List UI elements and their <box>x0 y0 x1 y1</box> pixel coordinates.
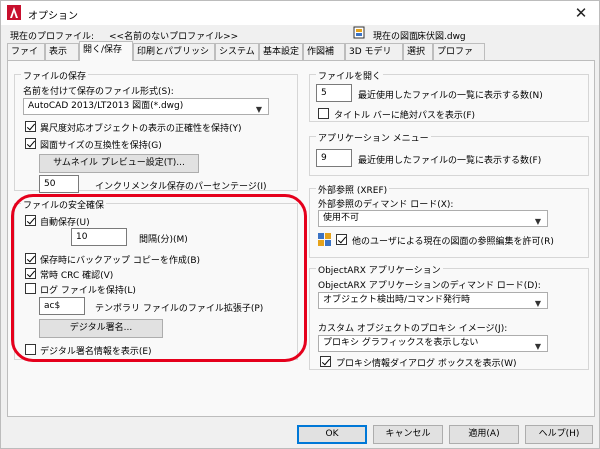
tab-3d-modeling[interactable]: 3D モデリング <box>345 43 403 73</box>
open-save-panel: ファイルの保存 名前を付けて保存のファイル形式(S): AutoCAD 2013… <box>7 60 595 417</box>
full-path-title-checkbox[interactable] <box>318 108 329 119</box>
chevron-down-icon: ▼ <box>534 299 541 308</box>
tab-system[interactable]: システム <box>215 43 259 60</box>
arx-demand-load-value: オブジェクト検出時/コマンド発行時 <box>323 295 471 305</box>
proxy-info-dialog-checkbox[interactable] <box>320 356 331 367</box>
tab-drafting[interactable]: 作図補助 <box>303 43 345 73</box>
drawing-file-icon <box>353 26 365 39</box>
xref-group: 外部参照 (XREF) 外部参照のディマンド ロード(X): 使用不可 ▼ 他の… <box>309 183 589 258</box>
tab-profiles[interactable]: プロファイル <box>433 43 485 73</box>
tab-display[interactable]: 表示 <box>45 43 79 60</box>
xref-demand-load-value: 使用不可 <box>323 213 360 223</box>
autosave-interval-input[interactable]: 10 <box>71 228 127 246</box>
tab-open-save[interactable]: 開く/保存 <box>79 41 133 61</box>
display-signature-info-label: デジタル署名情報を表示(E) <box>40 347 152 357</box>
chevron-down-icon: ▼ <box>534 217 541 226</box>
file-save-title: ファイルの保存 <box>21 69 89 82</box>
file-safety-title: ファイルの安全確保 <box>21 198 107 211</box>
proxy-images-value: プロキシ グラフィックスを表示しない <box>323 338 479 348</box>
maintain-drawing-size-label: 図面サイズの互換性を保持(G) <box>40 141 162 151</box>
display-signature-info-checkbox[interactable] <box>25 344 36 355</box>
recent-files-count-label: 最近使用したファイルの一覧に表示する数(N) <box>358 91 543 101</box>
log-file-checkbox[interactable] <box>25 283 36 294</box>
application-menu-group: アプリケーション メニュー 9 最近使用したファイルの一覧に表示する数(F) <box>309 131 589 176</box>
window-title: オプション <box>28 11 78 22</box>
options-dialog: オプション ✕ 現在のプロファイル: <<名前のないプロファイル>> 現在の図面… <box>0 0 600 449</box>
full-path-title-label: タイトル バーに絶対パスを表示(F) <box>334 111 476 121</box>
xref-title: 外部参照 (XREF) <box>316 183 390 196</box>
recent-files-count-input[interactable]: 5 <box>316 84 352 102</box>
title-bar: オプション ✕ <box>1 1 599 25</box>
arx-demand-load-label: ObjectARX アプリケーションのディマンド ロード(D): <box>318 281 541 291</box>
file-open-title: ファイルを開く <box>316 69 384 82</box>
application-menu-title: アプリケーション メニュー <box>316 131 431 144</box>
proxy-images-label: カスタム オブジェクトのプロキシ イメージ(J): <box>318 324 508 334</box>
xref-demand-load-dropdown[interactable]: 使用不可 ▼ <box>318 210 548 227</box>
crc-validation-label: 常時 CRC 確認(V) <box>40 271 114 281</box>
temp-file-extension-label: テンポラリ ファイルのファイル拡張子(P) <box>95 304 264 314</box>
digital-signature-button[interactable]: デジタル署名... <box>39 319 163 338</box>
temp-file-extension-input[interactable]: ac$ <box>39 297 85 315</box>
file-open-group: ファイルを開く 5 最近使用したファイルの一覧に表示する数(N) タイトル バー… <box>309 69 589 122</box>
tab-selection[interactable]: 選択 <box>403 43 433 60</box>
xref-edit-icon <box>318 233 331 246</box>
autocad-app-icon <box>7 5 21 20</box>
proxy-images-dropdown[interactable]: プロキシ グラフィックスを表示しない ▼ <box>318 335 548 352</box>
allow-xref-edit-label: 他のユーザによる現在の図面の参照編集を許可(R) <box>352 237 554 247</box>
crc-validation-checkbox[interactable] <box>25 268 36 279</box>
file-save-group: ファイルの保存 名前を付けて保存のファイル形式(S): AutoCAD 2013… <box>14 69 298 193</box>
autosave-checkbox[interactable] <box>25 215 36 226</box>
tab-plot-publish[interactable]: 印刷とパブリッシュ <box>133 43 215 73</box>
ok-button[interactable]: OK <box>297 425 367 444</box>
incremental-save-input[interactable]: 50 <box>39 175 79 193</box>
incremental-save-label: インクリメンタル保存のパーセンテージ(I) <box>95 182 267 192</box>
cancel-button[interactable]: キャンセル <box>373 425 443 444</box>
xref-demand-load-label: 外部参照のディマンド ロード(X): <box>318 200 454 210</box>
arx-demand-load-dropdown[interactable]: オブジェクト検出時/コマンド発行時 ▼ <box>318 292 548 309</box>
proxy-info-dialog-label: プロキシ情報ダイアログ ボックスを表示(W) <box>336 359 517 369</box>
autosave-label: 自動保存(U) <box>40 218 90 228</box>
tab-user-preferences[interactable]: 基本設定 <box>259 43 303 60</box>
close-icon[interactable]: ✕ <box>571 3 591 23</box>
save-format-label: 名前を付けて保存のファイル形式(S): <box>23 87 174 97</box>
chevron-down-icon: ▼ <box>534 342 541 351</box>
autosave-interval-label: 間隔(分)(M) <box>139 235 188 245</box>
allow-xref-edit-checkbox[interactable] <box>336 234 347 245</box>
maintain-visual-fidelity-label: 異尺度対応オブジェクトの表示の正確性を保持(Y) <box>40 124 242 134</box>
thumbnail-preview-settings-button[interactable]: サムネイル プレビュー設定(T)... <box>39 154 199 173</box>
objectarx-title: ObjectARX アプリケーション <box>316 263 443 276</box>
tab-files[interactable]: ファイル <box>7 43 45 73</box>
current-drawing-value: 床伏図.dwg <box>417 32 466 42</box>
app-menu-recent-label: 最近使用したファイルの一覧に表示する数(F) <box>358 156 542 166</box>
save-format-value: AutoCAD 2013/LT2013 図面(*.dwg) <box>28 101 184 111</box>
backup-copy-label: 保存時にバックアップ コピーを作成(B) <box>40 256 201 266</box>
app-menu-recent-input[interactable]: 9 <box>316 149 352 167</box>
objectarx-group: ObjectARX アプリケーション ObjectARX アプリケーションのディ… <box>309 263 589 370</box>
help-button[interactable]: ヘルプ(H) <box>525 425 593 444</box>
backup-copy-checkbox[interactable] <box>25 253 36 264</box>
save-format-dropdown[interactable]: AutoCAD 2013/LT2013 図面(*.dwg) ▼ <box>23 98 269 115</box>
file-safety-group: ファイルの安全確保 自動保存(U) 10 間隔(分)(M) 保存時にバックアップ… <box>14 198 298 360</box>
maintain-visual-fidelity-checkbox[interactable] <box>25 121 36 132</box>
current-drawing-label: 現在の図面: <box>373 32 422 42</box>
chevron-down-icon: ▼ <box>255 105 262 114</box>
log-file-label: ログ ファイルを保持(L) <box>40 286 136 296</box>
apply-button[interactable]: 適用(A) <box>449 425 519 444</box>
maintain-drawing-size-checkbox[interactable] <box>25 138 36 149</box>
